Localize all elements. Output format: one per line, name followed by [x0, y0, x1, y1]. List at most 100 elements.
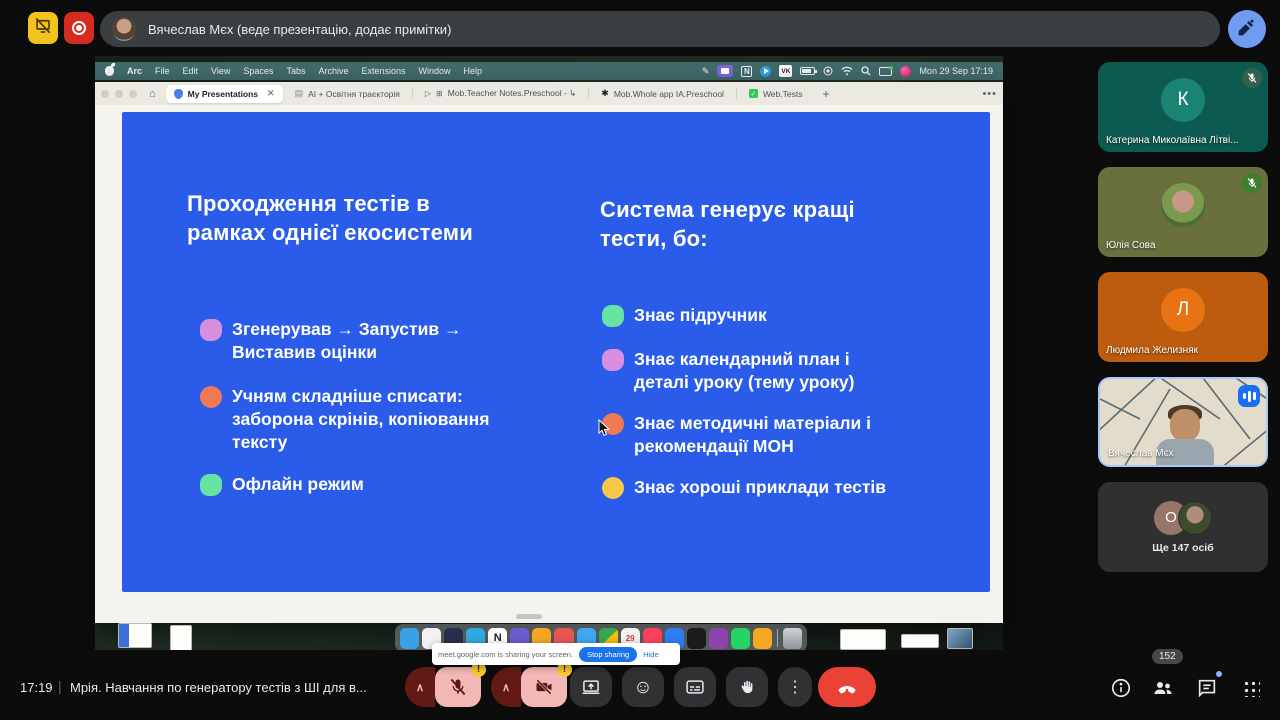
home-icon[interactable]: ⌂ [149, 88, 156, 100]
menu-item-archive[interactable]: Archive [318, 66, 348, 76]
mic-muted-button[interactable]: ! [435, 667, 481, 707]
chat-button[interactable] [1194, 675, 1220, 701]
magic-pen-icon [1237, 17, 1257, 42]
menu-item-extensions[interactable]: Extensions [361, 66, 405, 76]
window-minimize-dot[interactable] [115, 90, 123, 98]
avatar [1161, 183, 1205, 227]
chat-icon [1196, 677, 1218, 699]
tab-whole-app-ia[interactable]: ✱ Mob.Whole app IA.Preschool [593, 85, 732, 103]
telegram-status-icon[interactable] [760, 66, 771, 77]
desktop-file-icon[interactable] [170, 625, 192, 652]
apps-grid-icon [1243, 680, 1260, 697]
mic-control-group: ∧ ! [405, 667, 481, 707]
window-zoom-dot[interactable] [129, 90, 137, 98]
stop-sharing-button[interactable]: Stop sharing [579, 647, 637, 662]
desktop-window-thumbnail[interactable] [118, 623, 152, 648]
bullet-blob-icon [602, 305, 624, 327]
desktop-image-icon[interactable] [947, 628, 973, 649]
notion-status-icon[interactable]: N [741, 66, 752, 77]
new-tab-button[interactable]: + [822, 87, 829, 101]
dock-icon-app[interactable] [687, 628, 706, 649]
menu-item-window[interactable]: Window [419, 66, 451, 76]
wifi-icon[interactable] [841, 65, 853, 77]
bullet-blob-icon [602, 349, 624, 371]
slide-left-title: Проходження тестів в рамках однієї екоси… [187, 190, 567, 247]
bullet-blob-icon [200, 386, 222, 408]
slide-bullet: Згенерував → Запустив → Виставив оцінки [200, 318, 461, 364]
activities-button[interactable] [1238, 675, 1264, 701]
dock-icon-finder[interactable] [400, 628, 419, 649]
menu-item-file[interactable]: File [155, 66, 170, 76]
dock-icon-whatsapp[interactable] [731, 628, 750, 649]
menu-item-spaces[interactable]: Spaces [243, 66, 273, 76]
camera-off-button[interactable]: ! [521, 667, 567, 707]
menu-item-edit[interactable]: Edit [183, 66, 199, 76]
close-tab-icon[interactable]: ✕ [267, 88, 275, 99]
menu-item-arc[interactable]: Arc [127, 66, 142, 76]
avatar: Л [1161, 288, 1205, 332]
captions-button[interactable] [674, 667, 716, 707]
desktop-file-icon[interactable] [901, 634, 939, 648]
check-favicon: ✓ [749, 89, 758, 98]
participant-tile[interactable]: Л Людмила Желизняк [1098, 272, 1268, 362]
more-options-button[interactable]: ⋮ [778, 667, 812, 707]
menu-item-help[interactable]: Help [464, 66, 483, 76]
participant-tile-speaking[interactable]: Вячеслав Мєх [1098, 377, 1268, 467]
menu-bar-clock[interactable]: Mon 29 Sep 17:19 [919, 66, 993, 76]
slide-bullet: Учням складніше списати: заборона скріні… [200, 385, 489, 453]
show-everyone-button[interactable] [1150, 675, 1176, 701]
tab-label: Mob.Teacher Notes.Preschool - ↳ [448, 88, 577, 99]
tab-overflow-button[interactable]: ••• [982, 88, 997, 100]
participant-name: Юлія Сова [1106, 240, 1155, 251]
tab-ai-trajectory[interactable]: ▤ AI + Освітня траєкторія [287, 85, 408, 103]
participant-tile[interactable]: Юлія Сова [1098, 167, 1268, 257]
raise-hand-button[interactable] [726, 667, 768, 707]
more-vert-icon: ⋮ [787, 677, 803, 697]
presenter-pill[interactable]: Вячеслав Мєх (веде презентацію, додає пр… [100, 11, 1220, 47]
gemini-notes-button[interactable] [1228, 10, 1266, 48]
drag-handle[interactable] [516, 614, 542, 619]
tab-teacher-notes[interactable]: ▷ ⊞ Mob.Teacher Notes.Preschool - ↳ [417, 85, 584, 103]
pen-status-icon[interactable]: ✎ [702, 65, 710, 77]
trash-icon[interactable] [783, 628, 802, 649]
slide-bullet: Знає підручник [602, 304, 767, 327]
more-participants-tile[interactable]: O Ще 147 осіб [1098, 482, 1268, 572]
camera-off-icon [534, 677, 554, 697]
menu-item-view[interactable]: View [211, 66, 230, 76]
participant-name: Вячеслав Мєх [1108, 448, 1174, 459]
avatar [1178, 501, 1212, 535]
menu-item-tabs[interactable]: Tabs [286, 66, 305, 76]
doc-favicon: ▤ [295, 88, 304, 99]
desktop-window-thumbnail[interactable] [840, 629, 886, 650]
end-call-button[interactable] [818, 667, 876, 707]
camera-control-group: ∧ ! [491, 667, 567, 707]
display-status-icon[interactable] [879, 67, 892, 76]
people-icon [1151, 676, 1175, 700]
dock-icon-keep[interactable] [753, 628, 772, 649]
grid-favicon: ⊞ [436, 89, 443, 98]
present-screen-button[interactable] [570, 667, 612, 707]
profile-status-icon[interactable] [900, 66, 911, 77]
hide-banner-button[interactable]: Hide [643, 650, 658, 659]
info-icon [1110, 677, 1132, 699]
screen-share-status-icon[interactable] [717, 65, 733, 77]
presenter-pill-label: Вячеслав Мєх (веде презентацію, додає пр… [148, 22, 451, 37]
reactions-button[interactable]: ☺ [622, 667, 664, 707]
recording-indicator-button[interactable] [64, 12, 94, 44]
spotlight-search-icon[interactable] [861, 65, 871, 77]
participant-tile[interactable]: К Катерина Миколаївна Літві... [1098, 62, 1268, 152]
window-close-dot[interactable] [101, 90, 109, 98]
presentation-off-button[interactable] [28, 12, 58, 44]
vk-status-icon[interactable]: VK [779, 65, 792, 77]
record-status-icon[interactable] [823, 65, 833, 77]
meeting-details-button[interactable] [1108, 675, 1134, 701]
camera-options-chevron[interactable]: ∧ [491, 667, 521, 707]
share-banner-text: meet.google.com is sharing your screen. [438, 650, 573, 659]
tab-web-tests[interactable]: ✓ Web.Tests [741, 85, 811, 103]
star-favicon: ✱ [601, 88, 609, 99]
mic-off-icon [448, 677, 468, 697]
dock-icon-podcasts[interactable] [709, 628, 728, 649]
browser-window: ⌂ My Presentations ✕ ▤ AI + Освітня трає… [95, 82, 1003, 623]
mic-options-chevron[interactable]: ∧ [405, 667, 435, 707]
tab-my-presentations[interactable]: My Presentations ✕ [166, 85, 283, 103]
